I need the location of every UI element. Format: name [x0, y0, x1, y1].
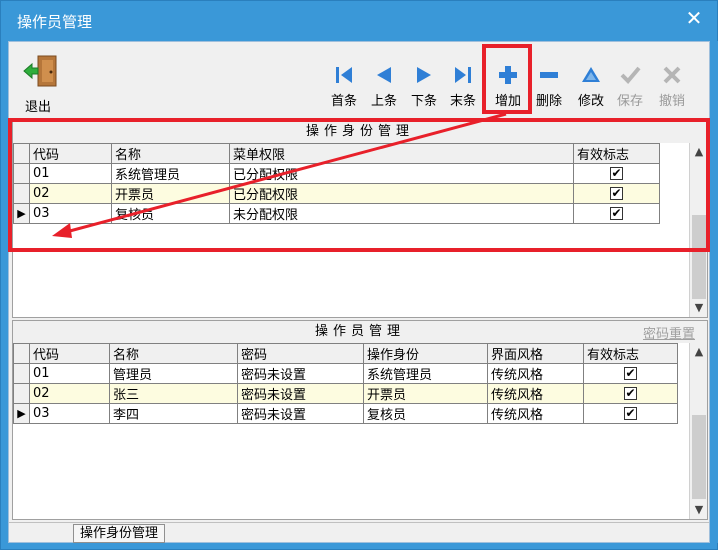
annotation-arrow-icon [52, 112, 507, 238]
